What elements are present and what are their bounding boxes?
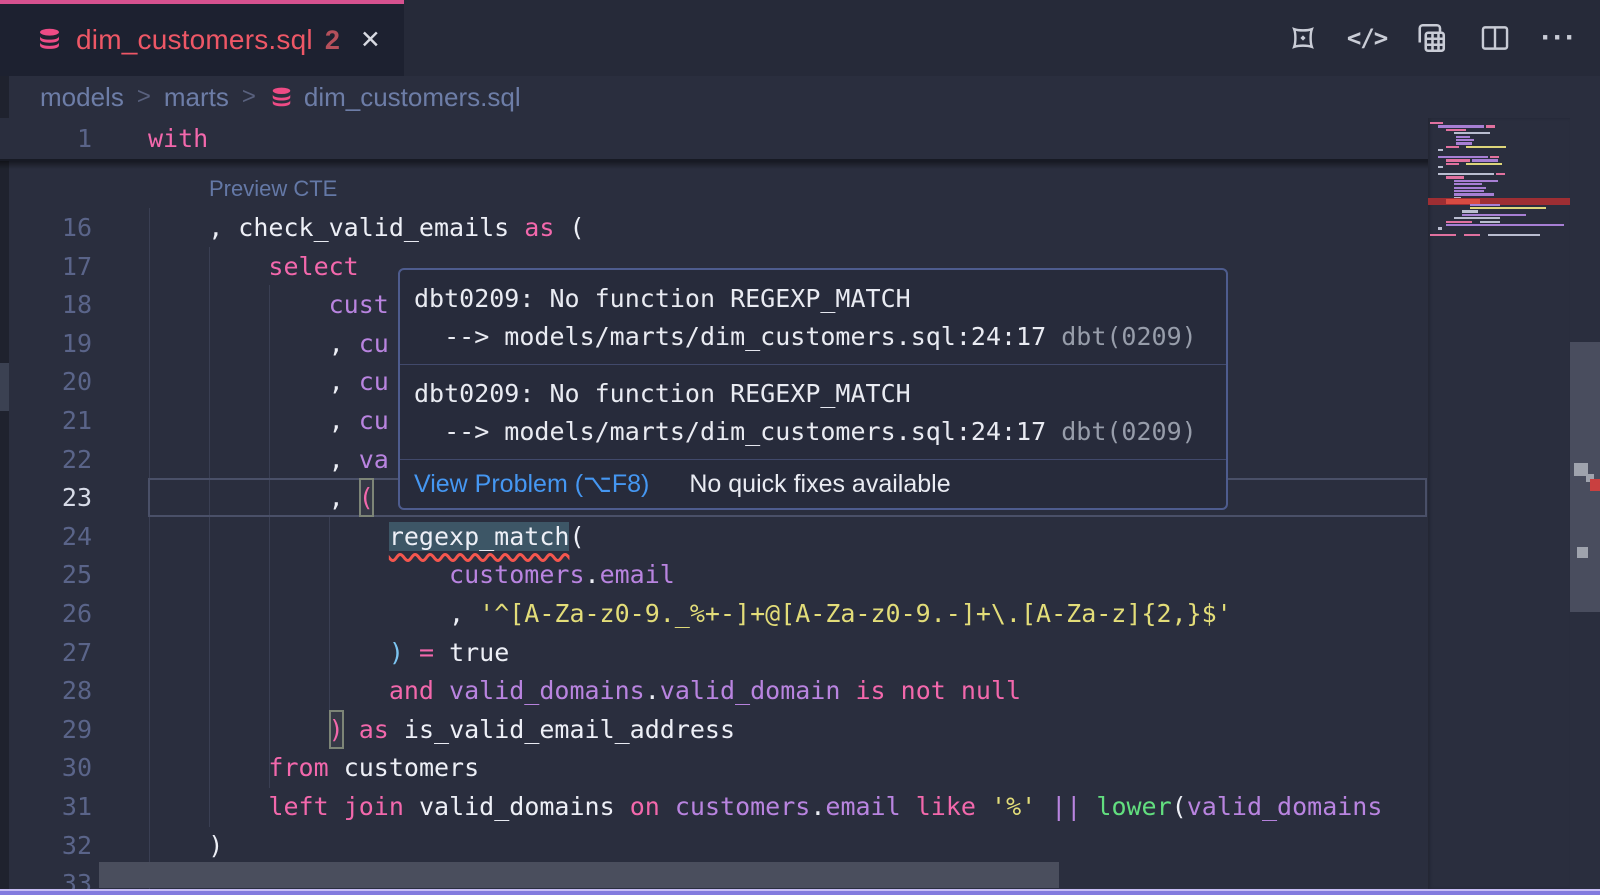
overview-ruler-mark [1577, 547, 1588, 558]
hover-status-bar: View Problem (⌥F8) No quick fixes availa… [400, 460, 1226, 508]
code-line-23[interactable]: , ( [148, 478, 374, 517]
code-line-17[interactable]: select [148, 247, 359, 286]
line-number: 33 [0, 864, 92, 889]
chevron-right-icon: > [242, 83, 256, 111]
line-number: 21 [0, 401, 92, 440]
code-line-20[interactable]: , cu [148, 362, 389, 401]
line-number: 17 [0, 247, 92, 286]
diagnostic-message: dbt0209: No function REGEXP_MATCH --> mo… [400, 365, 1226, 460]
vertical-scrollbar-thumb[interactable] [1570, 342, 1600, 612]
line-number: 25 [0, 555, 92, 594]
view-problem-link[interactable]: View Problem (⌥F8) [414, 469, 649, 499]
code-line-30[interactable]: from customers [148, 748, 479, 787]
line-number: 18 [0, 285, 92, 324]
line-number: 29 [0, 710, 92, 749]
window-bottom-border [0, 889, 1600, 895]
line-number: 20 [0, 362, 92, 401]
tab-bar: dim_customers.sql 2 ✕ </> [0, 0, 1600, 76]
line-number: 32 [0, 826, 92, 865]
code-line-22[interactable]: , va [148, 440, 389, 479]
line-number: 16 [0, 208, 92, 247]
tab-dim-customers-sql[interactable]: dim_customers.sql 2 ✕ [0, 0, 404, 76]
error-hover-tooltip: dbt0209: No function REGEXP_MATCH --> mo… [398, 268, 1228, 510]
duplicate-table-icon[interactable] [1412, 19, 1450, 57]
code-line-32[interactable]: ) [148, 826, 223, 865]
line-number: 27 [0, 633, 92, 672]
code-line-28[interactable]: and valid_domains.valid_domain is not nu… [148, 671, 1021, 710]
line-number: 22 [0, 440, 92, 479]
sticky-scroll-row[interactable]: 1 with [0, 118, 1428, 159]
sticky-line-number: 1 [0, 118, 92, 159]
code-line-16[interactable]: , check_valid_emails as ( [148, 208, 585, 247]
overview-ruler-error-mark [1590, 479, 1600, 491]
code-line-19[interactable]: , cu [148, 324, 389, 363]
line-number: 31 [0, 787, 92, 826]
vscode-editor-window: dim_customers.sql 2 ✕ </> [0, 0, 1600, 895]
database-icon [36, 27, 63, 54]
sticky-code-line: with [148, 118, 208, 159]
line-number: 28 [0, 671, 92, 710]
chevron-right-icon: > [137, 83, 151, 111]
quick-fix-status: No quick fixes available [689, 470, 950, 499]
line-number: 23 [0, 478, 92, 517]
horizontal-scrollbar-thumb[interactable] [99, 862, 1059, 888]
database-icon [269, 86, 294, 111]
sticky-scroll-shadow [0, 159, 1428, 169]
diagnostic-message: dbt0209: No function REGEXP_MATCH --> mo… [400, 270, 1226, 365]
line-number: 26 [0, 594, 92, 633]
breadcrumb-models[interactable]: models [40, 82, 124, 113]
breadcrumb-marts[interactable]: marts [164, 82, 229, 113]
code-line-26[interactable]: , '^[A-Za-z0-9._%+-]+@[A-Za-z0-9.-]+\.[A… [148, 594, 1232, 633]
line-number: 24 [0, 517, 92, 556]
tab-problem-badge: 2 [325, 25, 340, 56]
split-editor-icon[interactable] [1476, 19, 1514, 57]
tab-title: dim_customers.sql [76, 24, 313, 56]
breadcrumb-file[interactable]: dim_customers.sql [304, 82, 521, 113]
minimap[interactable] [1428, 118, 1570, 889]
code-line-29[interactable]: ) as is_valid_email_address [148, 710, 735, 749]
code-line-18[interactable]: cust [148, 285, 389, 324]
preview-cte-codelens[interactable]: Preview CTE [209, 170, 337, 208]
breadcrumb: models > marts > dim_customers.sql [0, 76, 1600, 118]
line-number: 19 [0, 324, 92, 363]
close-icon[interactable]: ✕ [360, 25, 381, 55]
compiled-code-icon[interactable]: </> [1348, 19, 1386, 57]
code-line-27[interactable]: ) = true [148, 633, 509, 672]
code-line-21[interactable]: , cu [148, 401, 389, 440]
drag-handle[interactable] [0, 363, 9, 411]
code-line-31[interactable]: left join valid_domains on customers.ema… [148, 787, 1382, 826]
line-number: 30 [0, 748, 92, 787]
dbt-icon[interactable] [1284, 19, 1322, 57]
editor-toolbar: </> ··· [1284, 0, 1578, 76]
more-actions-icon[interactable]: ··· [1540, 19, 1578, 57]
code-line-25[interactable]: customers.email [148, 555, 675, 594]
code-line-24[interactable]: regexp_match( [148, 517, 585, 556]
